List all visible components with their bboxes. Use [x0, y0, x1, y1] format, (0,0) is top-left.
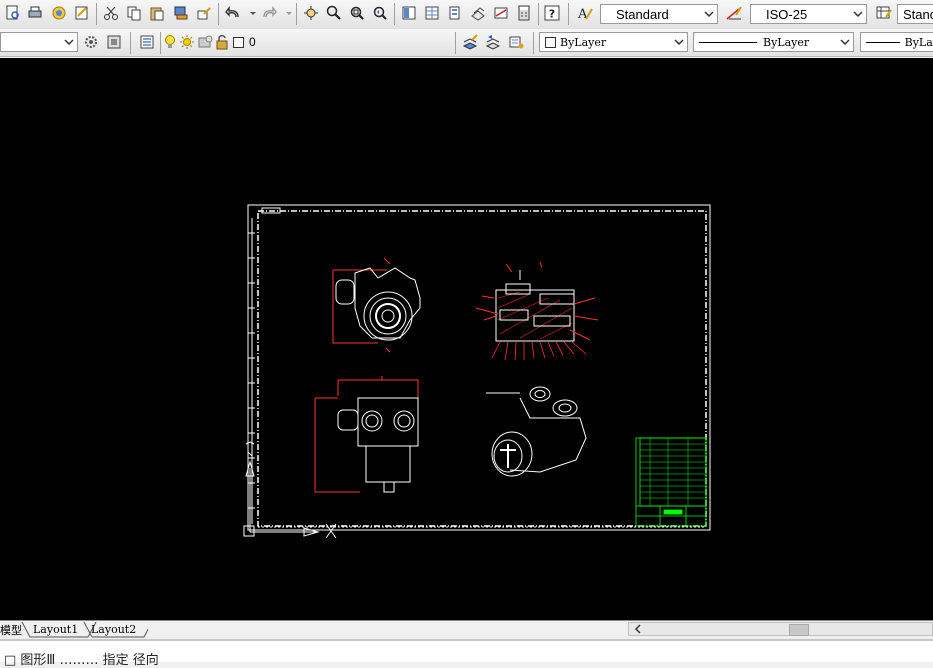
workspace-settings-icon[interactable] — [82, 33, 100, 51]
make-current-layer-icon[interactable] — [461, 33, 479, 51]
copy-icon[interactable] — [125, 4, 143, 22]
plot-preview-icon[interactable] — [50, 4, 68, 22]
separator — [455, 32, 456, 54]
color-swatch — [545, 36, 556, 48]
block-editor-icon[interactable] — [195, 4, 213, 22]
chevron-down-icon — [704, 11, 714, 18]
linetype-sample — [699, 41, 757, 43]
lightbulb-on-icon[interactable] — [163, 34, 177, 50]
horizontal-scrollbar[interactable] — [628, 622, 933, 636]
separator — [96, 3, 97, 25]
markup-icon[interactable] — [492, 4, 510, 22]
pan-icon[interactable] — [302, 4, 320, 22]
separator — [538, 3, 539, 25]
sheet-set-icon[interactable] — [469, 4, 487, 22]
layer-color-swatch — [233, 36, 244, 48]
command-line[interactable]: □ 图形Ⅲ ……… 指定 径向 — [0, 639, 933, 668]
design-center-icon[interactable] — [423, 4, 441, 22]
layers-toolbar: 0 ByLayer ByLayer ByLay — [0, 29, 933, 57]
separator — [533, 32, 534, 54]
separator — [296, 3, 297, 25]
front-view — [332, 257, 421, 353]
drawing-sheet — [243, 204, 711, 539]
cut-icon[interactable] — [102, 4, 120, 22]
scroll-thumb[interactable] — [789, 624, 809, 636]
dim-style-value: ISO-25 — [766, 6, 808, 22]
chevron-down-icon — [674, 39, 684, 46]
tab-layout1[interactable]: Layout1 — [33, 622, 79, 637]
color-control-combo[interactable]: ByLayer — [539, 32, 688, 52]
layer-name: 0 — [249, 35, 256, 49]
paste-icon[interactable] — [148, 4, 166, 22]
zoom-realtime-icon[interactable] — [325, 4, 343, 22]
drawing-frame — [257, 210, 707, 527]
layer-states-icon[interactable] — [507, 33, 525, 51]
chevron-down-icon — [853, 11, 863, 18]
linetype-value: ByLayer — [763, 35, 810, 49]
top-view — [314, 376, 419, 493]
text-style-combo[interactable]: Standard — [600, 4, 718, 24]
help-icon[interactable]: ? — [543, 4, 561, 22]
text-style-icon[interactable]: A — [576, 4, 594, 22]
customize-icon[interactable] — [105, 33, 123, 51]
table-style-value: Standard — [903, 6, 933, 22]
layer-properties-icon[interactable] — [138, 33, 156, 51]
left-ruler — [248, 218, 255, 524]
color-value: ByLayer — [560, 35, 607, 49]
text-style-value: Standard — [616, 6, 669, 22]
dim-style-icon[interactable] — [725, 4, 743, 22]
separator — [218, 3, 219, 25]
separator — [130, 32, 131, 54]
unlock-icon[interactable] — [215, 34, 229, 50]
standard-toolbar: ? A Standard ISO-25 Standard — [0, 0, 933, 30]
dim-style-combo[interactable]: ISO-25 — [750, 4, 867, 24]
layer-state-control[interactable]: 0 — [163, 32, 258, 52]
sun-thaw-icon[interactable] — [179, 34, 195, 50]
command-line-text: □ 图形Ⅲ ……… 指定 径向 — [4, 653, 159, 668]
model-space-canvas[interactable] — [0, 58, 933, 620]
table-style-combo[interactable]: Standard — [897, 4, 933, 24]
isometric-view — [486, 386, 587, 477]
quickcalc-icon[interactable] — [515, 4, 533, 22]
chevron-down-icon — [64, 39, 74, 46]
svg-text:?: ? — [549, 8, 555, 21]
zoom-previous-icon[interactable] — [371, 4, 389, 22]
separator — [394, 3, 395, 25]
lineweight-sample — [866, 41, 900, 43]
scroll-left-icon[interactable] — [633, 624, 643, 634]
tab-layout2-label: Layout2 — [91, 623, 137, 636]
chevron-down-icon — [840, 39, 850, 46]
qnew-icon[interactable] — [4, 4, 22, 22]
separator — [568, 3, 569, 25]
tool-palettes-icon[interactable] — [446, 4, 464, 22]
viewport-freeze-icon[interactable] — [197, 34, 213, 50]
workspace-combo[interactable] — [0, 32, 78, 52]
title-block — [635, 437, 707, 527]
undo-icon[interactable] — [224, 4, 242, 22]
section-view — [475, 261, 599, 361]
plot-icon[interactable] — [26, 4, 44, 22]
linetype-control-combo[interactable]: ByLayer — [693, 32, 854, 52]
publish-icon[interactable] — [73, 4, 91, 22]
sheet-border — [247, 204, 711, 531]
lineweight-value: ByLay — [904, 35, 933, 49]
match-properties-icon[interactable] — [172, 4, 190, 22]
layer-previous-icon[interactable] — [484, 33, 502, 51]
redo-icon[interactable] — [260, 4, 278, 22]
lineweight-control-combo[interactable]: ByLay — [860, 32, 933, 52]
tab-layout1-label: Layout1 — [33, 623, 79, 636]
zoom-window-icon[interactable] — [348, 4, 366, 22]
tab-layout2[interactable]: Layout2 — [91, 622, 137, 637]
properties-icon[interactable] — [400, 4, 418, 22]
table-style-icon[interactable] — [875, 4, 893, 22]
separator — [160, 32, 161, 54]
